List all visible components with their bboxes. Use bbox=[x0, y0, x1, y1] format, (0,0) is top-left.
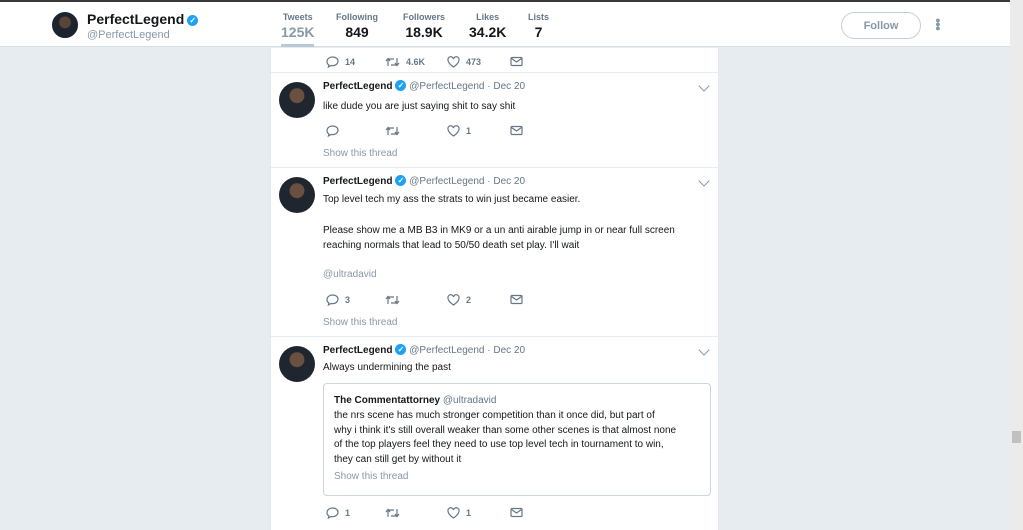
tweet-menu-chevron-icon[interactable] bbox=[698, 175, 710, 187]
tweet-text: Please show me a MB B3 in MK9 or a un an… bbox=[323, 225, 675, 236]
like-button[interactable]: 2 bbox=[447, 294, 471, 306]
reply-button[interactable]: 14 bbox=[326, 56, 355, 68]
show-thread-link[interactable]: Show this thread bbox=[334, 471, 409, 482]
profile-avatar[interactable] bbox=[51, 11, 79, 39]
envelope-icon bbox=[510, 295, 523, 305]
follow-button[interactable]: Follow bbox=[841, 12, 921, 39]
tweet-text: Top level tech my ass the strats to win … bbox=[323, 194, 581, 205]
tweet-header: PerfectLegend ✓ @PerfectLegend · Dec 20 bbox=[323, 344, 526, 356]
show-thread-link[interactable]: Show this thread bbox=[323, 317, 398, 328]
direct-message-button[interactable] bbox=[510, 125, 523, 136]
tweet-menu-chevron-icon[interactable] bbox=[698, 80, 710, 92]
tweet-header: PerfectLegend ✓ @PerfectLegend · Dec 20 bbox=[323, 175, 526, 187]
quoted-tweet-text: the nrs scene has much stronger competit… bbox=[334, 410, 677, 465]
tweet-header: PerfectLegend ✓ @PerfectLegend · Dec 20 bbox=[323, 80, 526, 92]
envelope-icon bbox=[510, 508, 523, 518]
direct-message-button[interactable] bbox=[510, 294, 523, 305]
tweet[interactable]: PerfectLegend ✓ @PerfectLegend · Dec 20 l… bbox=[271, 73, 718, 168]
reply-icon bbox=[326, 125, 339, 137]
stat-lists[interactable]: Lists 7 bbox=[528, 12, 549, 40]
quoted-tweet[interactable]: The Commentattorney @ultradavid the nrs … bbox=[323, 383, 711, 496]
verified-badge-icon: ✓ bbox=[395, 175, 407, 186]
stat-likes[interactable]: Likes 34.2K bbox=[469, 12, 506, 40]
reply-icon bbox=[326, 56, 339, 68]
like-button[interactable]: 1 bbox=[447, 125, 471, 137]
retweet-icon bbox=[385, 126, 400, 136]
retweet-icon bbox=[385, 295, 400, 305]
tweet-text: Always undermining the past bbox=[323, 362, 451, 373]
stat-following[interactable]: Following 849 bbox=[336, 12, 378, 40]
retweet-icon bbox=[385, 508, 400, 518]
retweet-button[interactable] bbox=[385, 125, 406, 137]
tweet-partial: 14 4.6K 473 bbox=[271, 48, 718, 73]
show-thread-link[interactable]: Show this thread bbox=[323, 148, 398, 159]
direct-message-button[interactable] bbox=[510, 56, 523, 67]
profile-name[interactable]: PerfectLegend ✓ bbox=[87, 11, 199, 27]
page-scrollbar[interactable] bbox=[1010, 0, 1023, 530]
scrollbar-thumb[interactable] bbox=[1012, 431, 1021, 443]
envelope-icon bbox=[510, 57, 523, 67]
mention-link[interactable]: @ultradavid bbox=[323, 269, 377, 280]
verified-badge-icon: ✓ bbox=[395, 80, 407, 91]
like-button[interactable]: 473 bbox=[447, 56, 481, 68]
retweet-button[interactable] bbox=[385, 294, 406, 306]
heart-icon bbox=[447, 294, 460, 306]
tweet[interactable]: PerfectLegend ✓ @PerfectLegend · Dec 20 T… bbox=[271, 168, 718, 337]
tweet[interactable]: PerfectLegend ✓ @PerfectLegend · Dec 20 A… bbox=[271, 337, 718, 530]
stat-followers[interactable]: Followers 18.9K bbox=[403, 12, 445, 40]
envelope-icon bbox=[510, 126, 523, 136]
heart-icon bbox=[447, 125, 460, 137]
tweet-text: reaching normals that lead to 50/50 deat… bbox=[323, 240, 580, 251]
retweet-button[interactable] bbox=[385, 507, 406, 519]
reply-button[interactable]: 1 bbox=[326, 507, 350, 519]
tweet-avatar[interactable] bbox=[279, 82, 315, 118]
reply-button[interactable] bbox=[326, 125, 345, 137]
retweet-button[interactable]: 4.6K bbox=[385, 56, 425, 68]
verified-badge-icon: ✓ bbox=[395, 344, 407, 355]
profile-handle: @PerfectLegend bbox=[87, 29, 170, 41]
tweet-timeline: 14 4.6K 473 PerfectLegend ✓ @PerfectLegen… bbox=[270, 48, 719, 530]
tweet-text: like dude you are just saying shit to sa… bbox=[323, 101, 516, 112]
quoted-tweet-header: The Commentattorney @ultradavid bbox=[334, 395, 497, 406]
heart-icon bbox=[447, 56, 460, 68]
verified-badge-icon: ✓ bbox=[187, 15, 199, 26]
tweet-avatar[interactable] bbox=[279, 346, 315, 382]
tweet-avatar[interactable] bbox=[279, 177, 315, 213]
retweet-icon bbox=[385, 57, 400, 67]
tweet-menu-chevron-icon[interactable] bbox=[698, 344, 710, 356]
reply-icon bbox=[326, 507, 339, 519]
reply-button[interactable]: 3 bbox=[326, 294, 350, 306]
heart-icon bbox=[447, 507, 460, 519]
stat-tweets[interactable]: Tweets 125K bbox=[281, 12, 315, 47]
direct-message-button[interactable] bbox=[510, 507, 523, 518]
reply-icon bbox=[326, 294, 339, 306]
like-button[interactable]: 1 bbox=[447, 507, 471, 519]
profile-nav-bar: PerfectLegend ✓ @PerfectLegend Tweets 125… bbox=[0, 2, 1010, 47]
more-options-icon[interactable]: ● ● ● bbox=[934, 16, 942, 34]
